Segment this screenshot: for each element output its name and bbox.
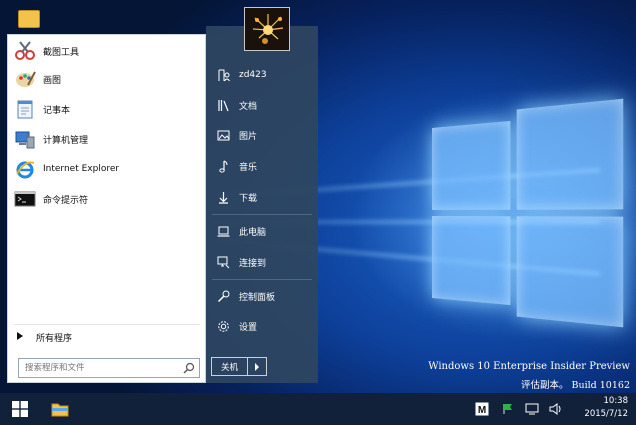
start-item-pictures[interactable]: 图片	[206, 122, 318, 148]
program-label: 截图工具	[43, 47, 80, 58]
start-item-label: 此电脑	[239, 227, 267, 238]
shutdown-button[interactable]: 关机	[212, 358, 248, 375]
start-item-control-panel[interactable]: 控制面板	[206, 283, 318, 309]
search-icon[interactable]	[183, 362, 195, 374]
clock-time: 10:38	[603, 396, 629, 406]
program-label: 画图	[43, 75, 62, 86]
start-menu-left-pane: 截图工具 画图 记事本 计算机管理 Internet Explorer 命令提示…	[7, 34, 206, 383]
edition-watermark: Windows 10 Enterprise Insider Preview	[428, 361, 630, 372]
windows-wallpaper-logo	[432, 98, 624, 328]
windows-logo-icon	[12, 401, 28, 417]
documents-icon	[216, 98, 230, 112]
all-programs-button[interactable]: 所有程序	[10, 327, 204, 347]
pictures-icon	[216, 128, 230, 142]
start-item-label: 控制面板	[239, 292, 276, 303]
start-item-label: 音乐	[239, 162, 258, 173]
start-button[interactable]	[0, 393, 40, 425]
program-command-prompt[interactable]: 命令提示符	[10, 185, 204, 213]
program-paint[interactable]: 画图	[10, 65, 204, 93]
snipping-tool-icon	[14, 40, 36, 62]
start-item-label: 设置	[239, 322, 258, 333]
menu-divider	[212, 279, 312, 280]
input-method-icon[interactable]: M	[474, 393, 490, 425]
clock[interactable]: 10:38 2015/7/12	[584, 395, 628, 421]
menu-divider	[212, 214, 312, 215]
start-item-music[interactable]: 音乐	[206, 153, 318, 179]
connect-to-icon	[216, 255, 230, 269]
search-box[interactable]	[18, 358, 200, 378]
this-pc-icon	[216, 224, 230, 238]
desktop-folder-icon[interactable]	[18, 10, 40, 28]
program-notepad[interactable]: 记事本	[10, 95, 204, 123]
arrow-right-icon	[16, 331, 24, 343]
downloads-icon	[216, 190, 230, 204]
svg-text:M: M	[478, 405, 486, 416]
notepad-icon	[14, 98, 36, 120]
start-item-this-pc[interactable]: 此电脑	[206, 218, 318, 244]
user-account-picture[interactable]	[244, 7, 290, 51]
file-explorer-taskbar-button[interactable]	[46, 397, 74, 421]
program-label: 命令提示符	[43, 195, 89, 206]
start-item-documents[interactable]: 文档	[206, 92, 318, 118]
program-label: Internet Explorer	[43, 164, 120, 174]
program-internet-explorer[interactable]: Internet Explorer	[10, 155, 204, 183]
network-icon[interactable]	[524, 393, 540, 425]
computer-management-icon	[14, 128, 36, 150]
start-item-label: zd423	[239, 70, 267, 80]
start-item-connect-to[interactable]: 连接到	[206, 249, 318, 275]
build-watermark: 评估副本。 Build 10162	[520, 380, 630, 391]
shutdown-control: 关机	[211, 357, 267, 376]
file-explorer-icon	[51, 403, 69, 417]
start-item-label: 文档	[239, 101, 258, 112]
command-prompt-icon	[14, 188, 36, 210]
start-item-settings[interactable]: 设置	[206, 313, 318, 339]
arrow-right-icon	[255, 362, 259, 371]
internet-explorer-icon	[14, 158, 36, 180]
clock-date: 2015/7/12	[584, 409, 628, 419]
user-folder-icon	[216, 68, 230, 82]
search-input[interactable]	[25, 363, 173, 373]
notification-flag-icon[interactable]	[500, 393, 516, 425]
shutdown-options-button[interactable]	[248, 358, 266, 375]
music-icon	[216, 159, 230, 173]
program-computer-management[interactable]: 计算机管理	[10, 125, 204, 153]
taskbar: M 10:38 2015/7/12	[0, 393, 636, 425]
volume-icon[interactable]	[548, 393, 564, 425]
settings-gear-icon	[216, 319, 230, 333]
menu-divider	[14, 324, 200, 325]
control-panel-icon	[216, 289, 230, 303]
start-item-user-folder[interactable]: zd423	[206, 62, 318, 88]
paint-icon	[14, 68, 36, 90]
start-item-label: 图片	[239, 131, 258, 142]
program-label: 计算机管理	[43, 135, 89, 146]
program-snipping-tool[interactable]: 截图工具	[10, 37, 204, 65]
all-programs-label: 所有程序	[36, 333, 73, 344]
start-item-label: 连接到	[239, 258, 267, 269]
start-item-label: 下载	[239, 193, 258, 204]
start-item-downloads[interactable]: 下载	[206, 184, 318, 210]
program-label: 记事本	[43, 105, 71, 116]
